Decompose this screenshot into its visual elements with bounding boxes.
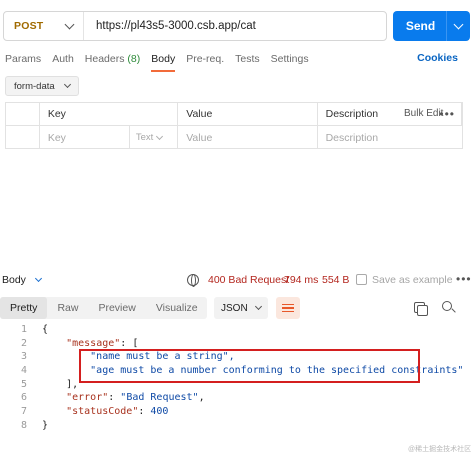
table-header-row: Key Value Description ••• Bulk Edit	[6, 103, 462, 126]
code-line: 6 "error": "Bad Request",	[0, 391, 474, 405]
view-tab-group: Pretty Raw Preview Visualize	[0, 297, 207, 319]
chevron-down-icon	[453, 19, 464, 29]
wrap-icon-line	[282, 307, 294, 309]
chevron-down-icon	[64, 19, 75, 29]
tab-label: Settings	[270, 53, 309, 65]
tab-label: Headers	[84, 53, 125, 65]
chevron-down-icon	[156, 132, 164, 140]
status-code: 400 Bad Request	[208, 274, 290, 286]
code-text: }	[42, 419, 49, 431]
tab-raw[interactable]: Raw	[47, 297, 88, 319]
format-select[interactable]: JSON	[214, 297, 268, 319]
code-text: "statusCode": 400	[66, 406, 169, 418]
method-select[interactable]: POST	[4, 12, 84, 40]
value-header: Value	[178, 103, 318, 125]
line-number: 3	[20, 351, 27, 363]
checkbox-column	[6, 103, 40, 125]
value-input[interactable]: Value	[178, 126, 318, 149]
send-label: Send	[405, 19, 436, 33]
copy-icon[interactable]	[414, 302, 428, 316]
line-number: 4	[20, 365, 27, 377]
chevron-down-icon	[34, 274, 42, 283]
line-number: 5	[20, 378, 27, 390]
key-cell: Key Text	[40, 126, 179, 149]
body-mode-label: form-data	[14, 80, 55, 92]
method-label: POST	[14, 20, 44, 32]
more-icon[interactable]: •••	[456, 272, 472, 286]
tab-params[interactable]: Params	[5, 52, 41, 72]
search-icon[interactable]	[442, 301, 452, 311]
send-options-button[interactable]	[446, 11, 470, 41]
code-line: 7 "statusCode": 400	[0, 405, 474, 419]
line-number: 2	[20, 337, 27, 349]
request-tabs: Params Auth Headers (8) Body Pre-req. Te…	[5, 52, 320, 72]
request-bar: POST https://pl43s5-3000.csb.app/cat	[3, 11, 387, 41]
chevron-down-icon	[254, 302, 263, 311]
send-button[interactable]: Send	[393, 11, 470, 41]
response-size: 554 B	[322, 274, 350, 286]
body-mode-select[interactable]: form-data	[5, 76, 79, 96]
response-header: Body 400 Bad Request 794 ms 554 B Save a…	[0, 270, 474, 290]
code-text: ],	[42, 378, 79, 390]
response-title: Body	[2, 274, 26, 286]
tab-settings[interactable]: Settings	[271, 52, 309, 72]
tab-preview[interactable]: Preview	[88, 297, 145, 319]
description-placeholder: Description	[325, 131, 379, 144]
line-number: 6	[20, 392, 27, 404]
code-text: {	[42, 324, 49, 335]
tab-label: Params	[5, 53, 42, 65]
globe-icon[interactable]	[187, 274, 199, 287]
description-label: Description	[325, 108, 379, 120]
type-select[interactable]: Text	[130, 132, 164, 143]
type-label: Text	[135, 132, 154, 143]
wrap-lines-button[interactable]	[276, 297, 300, 319]
format-label: JSON	[221, 302, 248, 314]
response-time: 794 ms	[284, 274, 319, 286]
url-input[interactable]: https://pl43s5-3000.csb.app/cat	[84, 20, 256, 32]
chevron-down-icon	[63, 80, 72, 89]
watermark: @稀土掘金技术社区	[408, 446, 472, 453]
code-text: "error": "Bad Request",	[66, 392, 205, 404]
save-as-example-button[interactable]: Save as example	[372, 274, 453, 286]
cookies-link[interactable]: Cookies	[417, 52, 458, 64]
bulk-edit-button[interactable]: Bulk Edit	[404, 108, 443, 119]
tab-tests[interactable]: Tests	[235, 52, 260, 72]
table-row: Key Text Value Description	[6, 126, 462, 149]
tab-label: Tests	[235, 53, 260, 65]
tab-label: Pre-req.	[186, 53, 225, 65]
wrap-icon-line	[282, 310, 294, 313]
tab-pretty[interactable]: Pretty	[0, 297, 48, 319]
tab-visualize[interactable]: Visualize	[146, 297, 208, 319]
code-line: 1{	[0, 323, 474, 337]
form-data-table: Key Value Description ••• Bulk Edit Key …	[5, 102, 463, 149]
line-number: 8	[20, 419, 27, 431]
highlight-box	[79, 349, 420, 383]
tab-label: Auth	[52, 53, 74, 65]
tab-headers[interactable]: Headers (8)	[85, 52, 140, 72]
line-number: 7	[20, 406, 27, 418]
tab-auth[interactable]: Auth	[52, 52, 74, 72]
key-input[interactable]: Key	[40, 126, 130, 149]
line-number: 1	[20, 324, 27, 335]
row-checkbox	[6, 126, 40, 149]
code-line: 8}	[0, 419, 474, 433]
headers-count: (8)	[127, 53, 141, 65]
tab-label: Body	[151, 53, 176, 65]
tab-body[interactable]: Body	[151, 52, 175, 72]
wrap-icon-line	[282, 303, 294, 306]
tab-pre-request[interactable]: Pre-req.	[186, 52, 224, 72]
save-icon	[356, 274, 367, 285]
response-section-toggle[interactable]: Body	[0, 274, 42, 286]
key-header: Key	[40, 103, 179, 125]
key-placeholder: Key	[47, 131, 66, 144]
description-input[interactable]: Description	[318, 126, 462, 149]
response-view-tabs: Pretty Raw Preview Visualize	[0, 297, 207, 319]
